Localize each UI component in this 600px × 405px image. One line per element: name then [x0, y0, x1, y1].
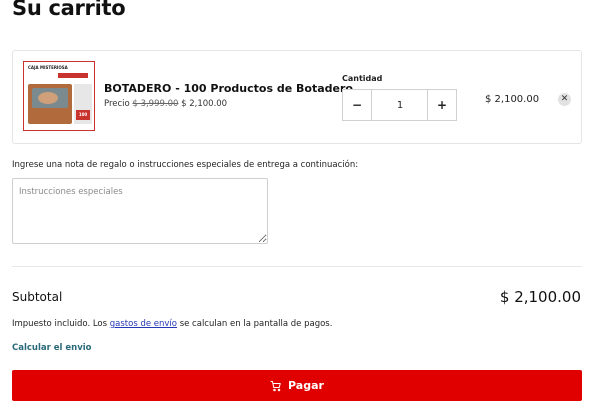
thumbnail-brand: CAJA MISTERIOSA — [28, 65, 68, 70]
product-name[interactable]: BOTADERO - 100 Productos de Botadero — [104, 82, 353, 95]
mystery-box-image — [28, 84, 72, 124]
quantity-label: Cantidad — [342, 74, 383, 83]
new-price: $ 2,100.00 — [181, 99, 228, 109]
note-label: Ingrese una nota de regalo o instruccion… — [12, 160, 359, 170]
quantity-input[interactable] — [372, 90, 428, 120]
tax-prefix: Impuesto incluido. Los — [12, 319, 110, 329]
calculate-shipping-link[interactable]: Calcular el envio — [12, 343, 92, 353]
cart-icon — [270, 380, 281, 391]
thumbnail-badge: 100 — [76, 110, 90, 120]
quantity-decrease-button[interactable]: − — [343, 90, 372, 120]
thumbnail-tag — [58, 73, 88, 78]
tax-note: Impuesto incluido. Los gastos de envío s… — [12, 319, 332, 329]
special-instructions-field[interactable] — [12, 178, 268, 244]
subtotal-label: Subtotal — [12, 290, 63, 304]
quantity-stepper: − + — [342, 89, 457, 121]
product-price: Precio $ 3,999.00 $ 2,100.00 — [104, 99, 227, 109]
line-total: $ 2,100.00 — [485, 94, 540, 105]
cart-item-card: CAJA MISTERIOSA 100 BOTADERO - 100 Produ… — [12, 50, 582, 144]
old-price: $ 3,999.00 — [132, 99, 179, 109]
pay-button-label: Pagar — [288, 379, 324, 392]
subtotal-value: $ 2,100.00 — [499, 288, 581, 306]
product-thumbnail[interactable]: CAJA MISTERIOSA 100 — [23, 61, 95, 131]
pay-button[interactable]: Pagar — [12, 370, 582, 401]
quantity-increase-button[interactable]: + — [427, 90, 456, 120]
tax-suffix: se calculan en la pantalla de pagos. — [177, 319, 333, 329]
remove-item-button[interactable]: ✕ — [558, 93, 571, 106]
divider — [12, 266, 582, 267]
page-title: Su carrito — [12, 0, 126, 20]
shipping-costs-link[interactable]: gastos de envío — [110, 319, 177, 329]
price-label: Precio — [104, 99, 130, 109]
